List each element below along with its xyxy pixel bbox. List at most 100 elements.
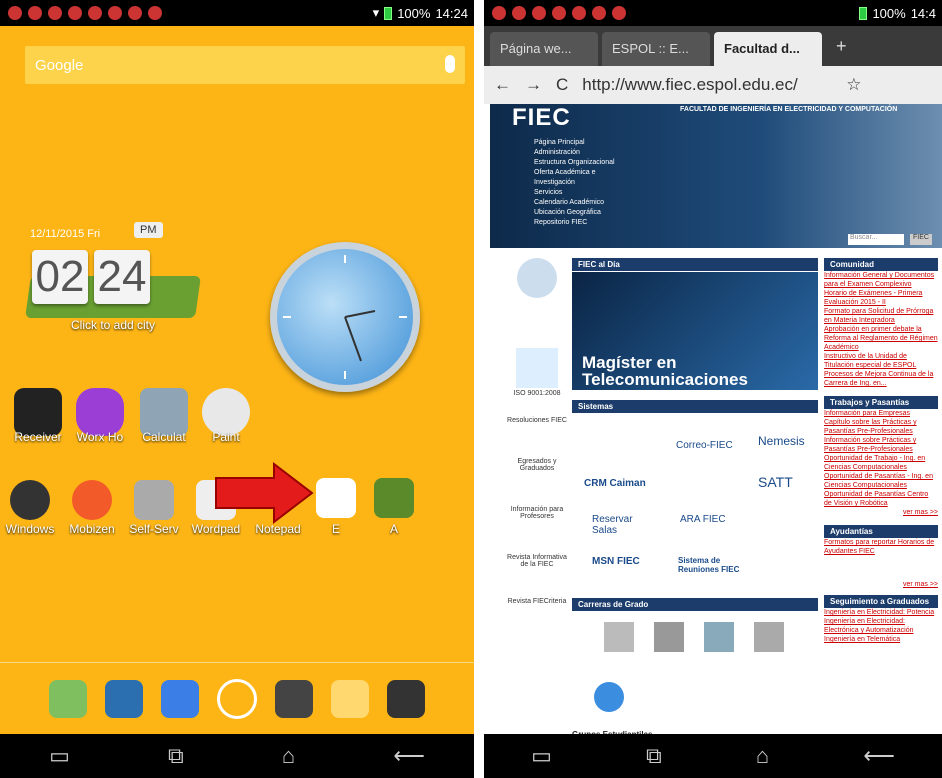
calculator-dock-icon[interactable] xyxy=(387,679,425,718)
a-app-icon[interactable] xyxy=(374,478,414,518)
sidebar-link[interactable]: Información para Profesores xyxy=(506,506,568,520)
back-icon[interactable]: ⟵ xyxy=(863,743,895,769)
new-tab-icon[interactable]: + xyxy=(836,36,847,57)
self-service-app-icon[interactable] xyxy=(134,480,174,520)
news-link[interactable]: Procesos de Mejora Continua de la Carrer… xyxy=(824,370,938,388)
home-icon[interactable]: ⌂ xyxy=(756,743,769,769)
analog-clock[interactable] xyxy=(270,242,420,392)
job-link[interactable]: Oportunidad de Pasantías - Ing. en Cienc… xyxy=(824,472,938,490)
clock-time: 14:4 xyxy=(910,5,936,21)
system-link[interactable]: Correo-FIEC xyxy=(676,440,733,451)
red-arrow-icon xyxy=(215,462,314,524)
news-link[interactable]: Instructivo de la Unidad de Titulación e… xyxy=(824,352,938,370)
calendar-app-icon[interactable] xyxy=(49,679,87,718)
systems-grid: Correo-FIEC Nemesis CRM Caiman SATT Rese… xyxy=(572,414,818,594)
sidebar-link[interactable]: Egresados y Graduados xyxy=(506,458,568,472)
recents-icon[interactable]: ▭ xyxy=(49,743,70,769)
iso-icon xyxy=(516,348,558,388)
section-header: Carreras de Grado xyxy=(572,598,818,611)
carreras-icons xyxy=(594,622,794,662)
system-link[interactable]: MSN FIEC xyxy=(592,556,640,567)
add-city-label[interactable]: Click to add city xyxy=(28,318,198,332)
news-link[interactable]: Horario de Exámenes - Primera Evaluación… xyxy=(824,289,938,307)
news-link[interactable]: Información General y Documentos para el… xyxy=(824,271,938,289)
screenshot-icon[interactable]: ⧉ xyxy=(168,743,184,769)
back-icon[interactable]: ⟵ xyxy=(393,743,425,769)
site-search-input[interactable]: Buscar... xyxy=(848,234,904,245)
menu-item[interactable]: Oferta Académica e xyxy=(534,168,615,178)
news-link[interactable]: Formato para Solicitud de Prórroga en Ma… xyxy=(824,307,938,325)
graduate-link[interactable]: Ingeniería en Electricidad: Potencia xyxy=(824,608,938,617)
career-icon[interactable] xyxy=(604,622,634,652)
site-logo[interactable]: FIEC xyxy=(512,104,571,132)
system-link[interactable]: Nemesis xyxy=(758,434,805,448)
clock-time: 14:24 xyxy=(435,5,468,21)
worx-home-app-icon[interactable] xyxy=(76,388,124,436)
mobizen-app-icon[interactable] xyxy=(72,480,112,520)
back-arrow-icon[interactable]: ← xyxy=(494,75,511,95)
news-slider[interactable]: Magíster en Telecomunicaciones xyxy=(572,272,818,390)
job-link[interactable]: Capítulo sobre las Prácticas y Pasantías… xyxy=(824,418,938,436)
news-link[interactable]: Aprobación en primer debate la Reforma a… xyxy=(824,325,938,352)
menu-item[interactable]: Estructura Organizacional xyxy=(534,158,615,168)
url-field[interactable]: http://www.fiec.espol.edu.ec/ xyxy=(582,75,832,95)
graduate-link[interactable]: Ingeniería en Telemática xyxy=(824,635,938,644)
camera-app-icon[interactable] xyxy=(275,679,313,718)
menu-item[interactable]: Investigación xyxy=(534,178,615,188)
bookmark-star-icon[interactable]: ☆ xyxy=(846,75,861,95)
sidebar-link[interactable]: Revista Informativa de la FIEC xyxy=(506,554,568,568)
system-link[interactable]: SATT xyxy=(758,474,793,490)
job-link[interactable]: Información sobre Prácticas y Pasantías … xyxy=(824,436,938,454)
notification-icons xyxy=(0,6,373,20)
ver-mas-link[interactable]: ver mas >> xyxy=(824,580,938,589)
graduate-link[interactable]: Ingeniería en Electricidad: Electrónica … xyxy=(824,617,938,635)
system-link[interactable]: ARA FIEC xyxy=(680,514,740,525)
microphone-icon[interactable] xyxy=(445,55,455,73)
app-drawer-icon[interactable] xyxy=(217,678,257,719)
ver-mas-link[interactable]: ver mas >> xyxy=(824,508,938,517)
home-icon[interactable]: ⌂ xyxy=(282,743,295,769)
site-search-button[interactable]: FIEC xyxy=(910,234,932,245)
app-label: Wordpad xyxy=(191,522,241,536)
email-app-icon[interactable] xyxy=(331,679,369,718)
career-icon[interactable] xyxy=(654,622,684,652)
career-icon[interactable] xyxy=(754,622,784,652)
recents-icon[interactable]: ▭ xyxy=(531,743,552,769)
menu-item[interactable]: Servicios xyxy=(534,188,615,198)
job-link[interactable]: Oportunidad de Pasantías Centro de Visió… xyxy=(824,490,938,508)
windows-app-icon[interactable] xyxy=(10,480,50,520)
menu-item[interactable]: Ubicación Geográfica xyxy=(534,208,615,218)
receiver-app-icon[interactable] xyxy=(14,388,62,436)
menu-item[interactable]: Repositorio FIEC xyxy=(534,218,615,228)
tab-active[interactable]: Facultad d... xyxy=(714,32,822,66)
forward-arrow-icon[interactable]: → xyxy=(525,75,542,95)
job-link[interactable]: Oportunidad de Trabajo - Ing. en Ciencia… xyxy=(824,454,938,472)
google-search-bar[interactable]: Google xyxy=(25,46,465,84)
settings-app-icon[interactable] xyxy=(105,679,143,718)
calculator-app-icon[interactable] xyxy=(140,388,188,436)
google-app-icon[interactable] xyxy=(161,679,199,718)
tab[interactable]: ESPOL :: E... xyxy=(602,32,710,66)
navigation-bar: ▭ ⧉ ⌂ ⟵ xyxy=(0,734,474,778)
system-link[interactable]: CRM Caiman xyxy=(584,478,646,489)
sidebar-link[interactable]: ISO 9001:2008 xyxy=(506,390,568,397)
tab[interactable]: Página we... xyxy=(490,32,598,66)
menu-item[interactable]: Administración xyxy=(534,148,615,158)
job-link[interactable]: Información para Empresas xyxy=(824,409,938,418)
clock-face-icon xyxy=(283,255,407,379)
sidebar-link[interactable]: Revista FIECriteria xyxy=(506,598,568,605)
reload-icon[interactable]: C xyxy=(556,75,568,95)
career-icon[interactable] xyxy=(704,622,734,652)
clock-widget[interactable]: 12/11/2015 Fri PM 02 24 Click to add cit… xyxy=(25,218,201,338)
clock-minute: 24 xyxy=(94,250,150,304)
menu-item[interactable]: Calendario Académico xyxy=(534,198,615,208)
system-link[interactable]: Sistema de Reuniones FIEC xyxy=(678,556,758,574)
app-label: Self-Serv xyxy=(129,522,179,536)
e-app-icon[interactable] xyxy=(316,478,356,518)
ayudantias-link[interactable]: Formatos para reportar Horarios de Ayuda… xyxy=(824,538,938,556)
sidebar-link[interactable]: Resoluciones FIEC xyxy=(506,417,568,424)
paint-app-icon[interactable] xyxy=(202,388,250,436)
system-link[interactable]: Reservar Salas xyxy=(592,514,652,536)
menu-item[interactable]: Página Principal xyxy=(534,138,615,148)
screenshot-icon[interactable]: ⧉ xyxy=(646,743,662,769)
